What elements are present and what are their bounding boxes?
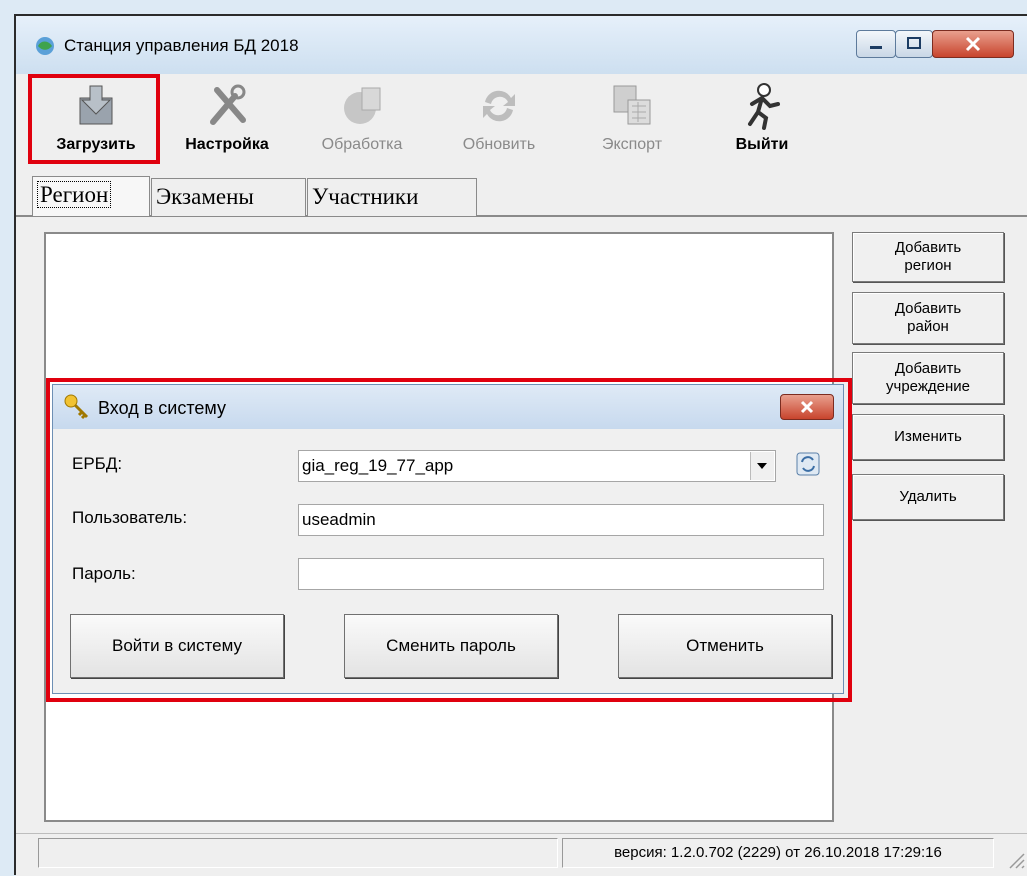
add-region-button[interactable]: Добавить регион (852, 232, 1004, 282)
maximize-icon (907, 37, 921, 49)
minimize-icon (870, 46, 882, 49)
highlight-frame (46, 378, 852, 702)
settings-label: Настройка (185, 136, 269, 153)
add-institution-button[interactable]: Добавить учреждение (852, 352, 1004, 404)
process-label: Обработка (321, 136, 403, 153)
refresh-icon (483, 90, 515, 122)
export-label: Экспорт (601, 136, 663, 153)
close-button[interactable] (932, 30, 1014, 58)
add-institution-line1: Добавить (894, 360, 962, 377)
minimize-button[interactable] (856, 30, 896, 58)
refresh-label: Обновить (462, 136, 536, 153)
add-institution-line2: учреждение (886, 378, 970, 395)
exit-label: Выйти (735, 136, 789, 153)
window-title: Станция управления БД 2018 (64, 36, 299, 55)
tools-icon (210, 84, 246, 125)
refresh-button[interactable]: Обновить (440, 80, 558, 160)
tab-exams[interactable]: Экзамены (151, 178, 306, 216)
resize-grip-icon[interactable] (1004, 846, 1026, 870)
export-button[interactable]: Экспорт (580, 80, 684, 160)
process-icon (344, 87, 381, 124)
exit-button[interactable]: Выйти (712, 80, 812, 160)
delete-button[interactable]: Удалить (852, 474, 1004, 520)
highlight-frame (28, 74, 160, 164)
close-icon (965, 36, 981, 52)
tab-participants-label: Участники (312, 184, 419, 209)
maximize-button[interactable] (895, 30, 933, 58)
app-icon (36, 37, 54, 55)
tab-exams-label: Экзамены (156, 184, 254, 209)
add-region-line2: регион (904, 257, 952, 274)
version-text: версия: 1.2.0.702 (2229) от 26.10.2018 1… (562, 838, 994, 868)
tab-participants[interactable]: Участники (307, 178, 477, 216)
settings-button[interactable]: Настройка (172, 80, 282, 160)
edit-button[interactable]: Изменить (852, 414, 1004, 460)
status-panel (38, 838, 558, 868)
export-icon (613, 85, 651, 125)
tab-region-label: Регион (37, 181, 112, 208)
add-region-line1: Добавить (894, 239, 962, 256)
process-button[interactable]: Обработка (300, 80, 424, 160)
add-district-button[interactable]: Добавить район (852, 292, 1004, 344)
running-man-icon (748, 83, 780, 130)
add-district-line2: район (907, 318, 949, 335)
add-district-line1: Добавить (894, 300, 962, 317)
tab-region[interactable]: Регион (32, 176, 150, 216)
